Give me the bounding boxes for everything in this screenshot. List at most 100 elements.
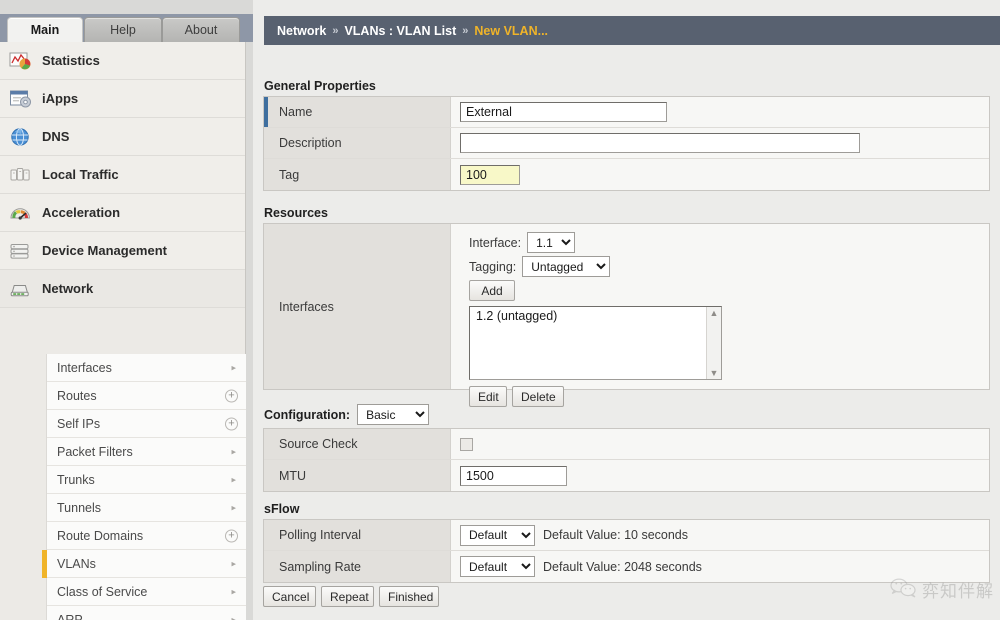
network-icon <box>8 277 34 301</box>
subitem-label: Trunks <box>57 473 95 487</box>
interface-field-label: Interface: <box>469 236 521 250</box>
subitem-label: Routes <box>57 389 97 403</box>
row-interfaces: Interfaces Interface: 1.1 Tagging: <box>264 224 989 389</box>
mtu-input[interactable] <box>460 466 567 486</box>
tab-about-label: About <box>185 23 218 37</box>
tagging-field-label: Tagging: <box>469 260 516 274</box>
statistics-icon <box>8 49 34 73</box>
row-name: Name <box>264 97 989 128</box>
sampling-rate-hint: Default Value: 2048 seconds <box>543 560 702 574</box>
description-value-cell <box>451 128 989 158</box>
tagging-select[interactable]: Untagged <box>522 256 610 277</box>
edit-button[interactable]: Edit <box>469 386 507 407</box>
chevron-right-icon: ▸ <box>231 362 236 373</box>
subitem-label: Tunnels <box>57 501 101 515</box>
iapps-icon <box>8 87 34 111</box>
sidebar-subitem-class-of-service[interactable]: Class of Service ▸ <box>47 578 246 606</box>
tab-help[interactable]: Help <box>84 17 162 42</box>
row-description: Description <box>264 128 989 159</box>
resources-title: Resources <box>264 206 328 220</box>
subitem-label: Packet Filters <box>57 445 133 459</box>
sidebar-item-iapps[interactable]: iApps <box>0 80 245 118</box>
tag-label-cell: Tag <box>264 159 451 190</box>
sflow-panel: Polling Interval Default Default Value: … <box>263 519 990 583</box>
sidebar-item-local-traffic[interactable]: Local Traffic <box>0 156 245 194</box>
breadcrumb-vlan-list[interactable]: VLANs : VLAN List <box>344 24 456 38</box>
mtu-value-cell <box>451 460 989 491</box>
row-tag: Tag <box>264 159 989 190</box>
sidebar-subitem-trunks[interactable]: Trunks ▸ <box>47 466 246 494</box>
source-check-label: Source Check <box>279 437 358 451</box>
sidebar-item-label: Local Traffic <box>42 167 119 182</box>
sidebar-item-statistics[interactable]: Statistics <box>0 42 245 80</box>
sidebar-item-device-management[interactable]: Device Management <box>0 232 245 270</box>
sidebar-item-acceleration[interactable]: Acceleration <box>0 194 245 232</box>
chevron-right-icon: ▸ <box>231 446 236 457</box>
polling-interval-select[interactable]: Default <box>460 525 535 546</box>
source-check-value-cell <box>451 429 989 459</box>
interfaces-listbox[interactable]: 1.2 (untagged) ▲ ▼ <box>469 306 722 380</box>
tag-label: Tag <box>279 168 299 182</box>
dns-globe-icon <box>8 125 34 149</box>
plus-circle-icon[interactable]: + <box>225 389 238 402</box>
tab-about[interactable]: About <box>162 17 240 42</box>
sidebar-subitem-interfaces[interactable]: Interfaces ▸ <box>47 354 246 382</box>
scroll-down-icon[interactable]: ▼ <box>710 367 719 379</box>
plus-circle-icon[interactable]: + <box>225 529 238 542</box>
listbox-scrollbar[interactable]: ▲ ▼ <box>706 307 721 379</box>
description-label-cell: Description <box>264 128 451 158</box>
sidebar-item-label: Network <box>42 281 93 296</box>
sidebar-subitem-vlans[interactable]: VLANs ▸ <box>47 550 246 578</box>
subitem-label: Interfaces <box>57 361 112 375</box>
repeat-button[interactable]: Repeat <box>321 586 374 607</box>
configuration-select[interactable]: Basic <box>357 404 429 425</box>
source-check-checkbox[interactable] <box>460 438 473 451</box>
tab-main[interactable]: Main <box>7 17 83 42</box>
sampling-rate-label: Sampling Rate <box>279 560 361 574</box>
tag-input[interactable] <box>460 165 520 185</box>
general-properties-title: General Properties <box>264 79 376 93</box>
polling-interval-label-cell: Polling Interval <box>264 520 451 550</box>
tab-bar: Main Help About <box>0 14 253 42</box>
chevron-right-icon: ▸ <box>231 502 236 513</box>
sidebar-subitem-tunnels[interactable]: Tunnels ▸ <box>47 494 246 522</box>
sidebar-item-network[interactable]: Network <box>0 270 245 308</box>
breadcrumb-network[interactable]: Network <box>277 24 326 38</box>
delete-button[interactable]: Delete <box>512 386 564 407</box>
tagging-select-row: Tagging: Untagged <box>469 256 722 277</box>
sidebar-item-dns[interactable]: DNS <box>0 118 245 156</box>
sidebar-item-label: Device Management <box>42 243 167 258</box>
local-traffic-icon <box>8 163 34 187</box>
interface-select[interactable]: 1.1 <box>527 232 575 253</box>
mtu-label: MTU <box>279 469 306 483</box>
scroll-up-icon[interactable]: ▲ <box>710 307 719 319</box>
row-sampling-rate: Sampling Rate Default Default Value: 204… <box>264 551 989 582</box>
row-mtu: MTU <box>264 460 989 491</box>
interfaces-value-cell: Interface: 1.1 Tagging: Untagged <box>451 224 989 389</box>
sidebar-subitem-routes[interactable]: Routes + <box>47 382 246 410</box>
polling-interval-value-cell: Default Default Value: 10 seconds <box>451 520 989 550</box>
finished-button[interactable]: Finished <box>379 586 439 607</box>
breadcrumb-separator: » <box>332 25 338 37</box>
polling-interval-hint: Default Value: 10 seconds <box>543 528 688 542</box>
sidebar-subitem-packet-filters[interactable]: Packet Filters ▸ <box>47 438 246 466</box>
plus-circle-icon[interactable]: + <box>225 417 238 430</box>
description-label: Description <box>279 136 342 150</box>
cancel-button[interactable]: Cancel <box>263 586 316 607</box>
sidebar-item-label: iApps <box>42 91 78 106</box>
sidebar-subitem-arp[interactable]: ARP ▸ <box>47 606 246 620</box>
chevron-right-icon: ▸ <box>231 614 236 620</box>
name-input[interactable] <box>460 102 667 122</box>
sidebar-subitem-route-domains[interactable]: Route Domains + <box>47 522 246 550</box>
list-actions-row: Edit Delete <box>469 386 722 407</box>
sidebar-subitem-self-ips[interactable]: Self IPs + <box>47 410 246 438</box>
subitem-label: Self IPs <box>57 417 100 431</box>
sidebar-item-label: DNS <box>42 129 69 144</box>
acceleration-gauge-icon <box>8 201 34 225</box>
breadcrumb: Network » VLANs : VLAN List » New VLAN..… <box>264 16 1000 45</box>
sampling-rate-select[interactable]: Default <box>460 556 535 577</box>
form-actions: Cancel Repeat Finished <box>263 586 439 607</box>
description-input[interactable] <box>460 133 860 153</box>
list-item[interactable]: 1.2 (untagged) <box>470 307 721 325</box>
add-button[interactable]: Add <box>469 280 515 301</box>
